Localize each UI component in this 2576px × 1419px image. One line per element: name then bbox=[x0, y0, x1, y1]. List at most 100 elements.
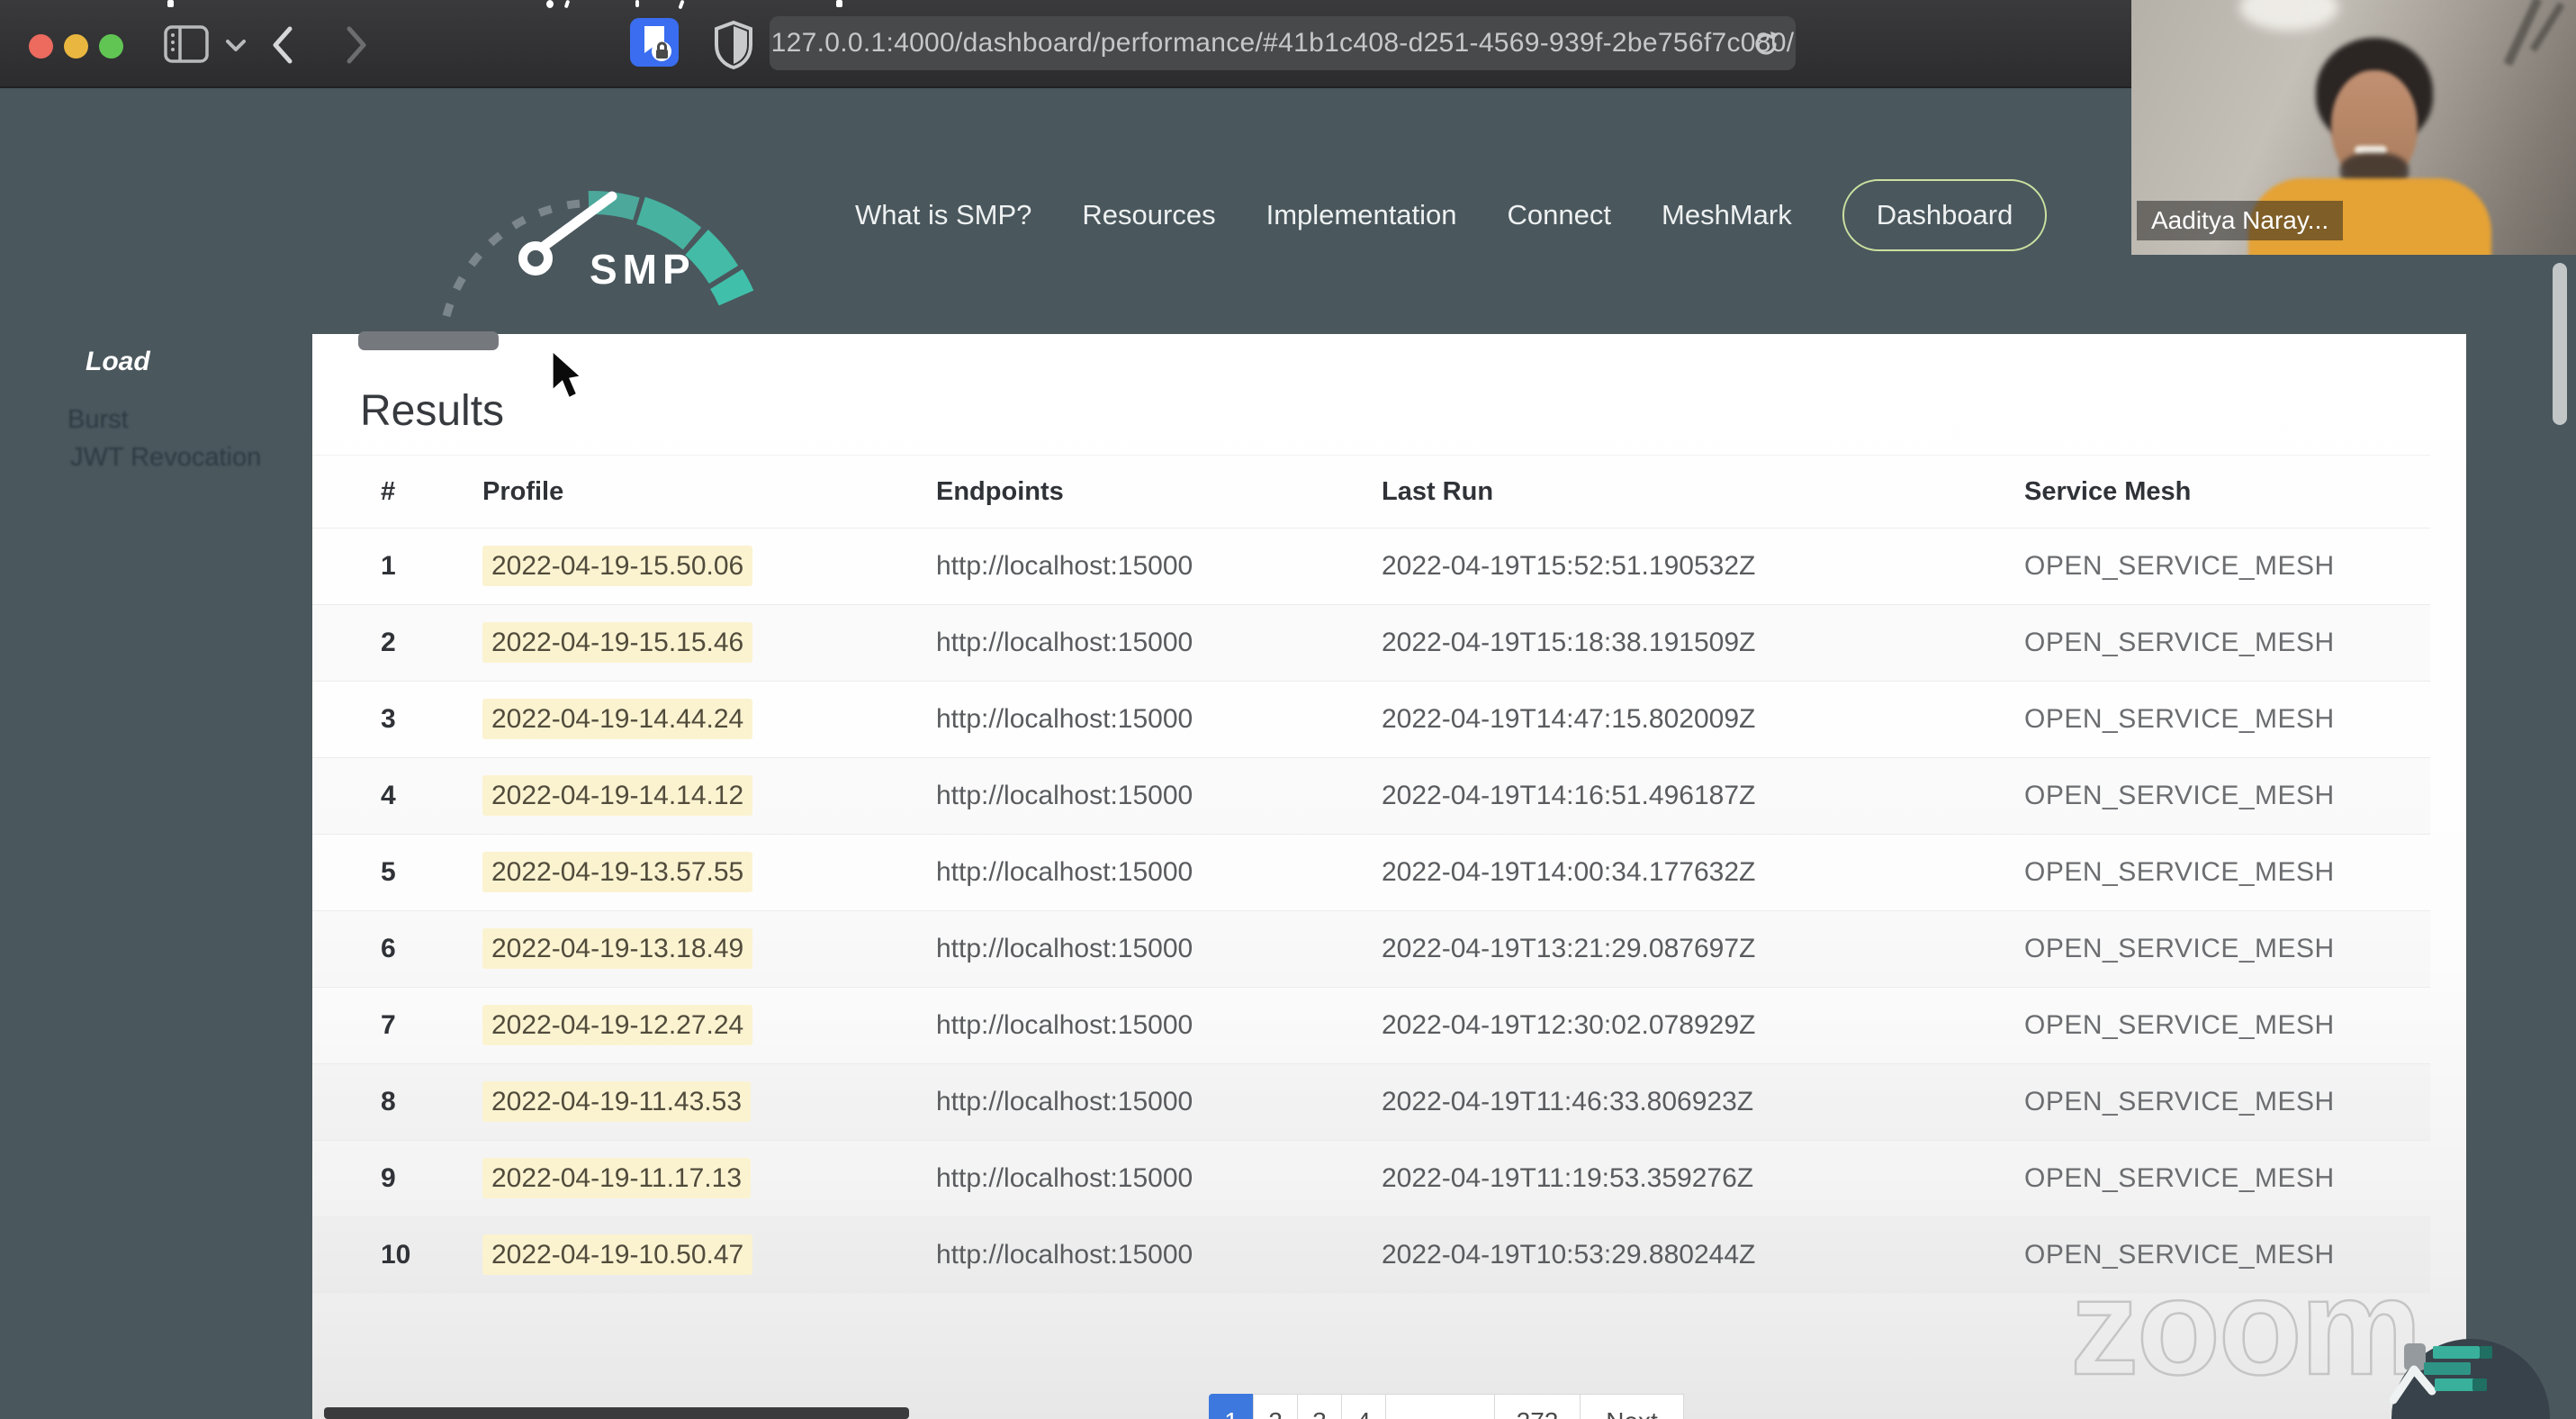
profile-link[interactable]: 2022-04-19-11.43.53 bbox=[482, 1081, 751, 1122]
endpoint-cell: http://localhost:15000 bbox=[936, 628, 1193, 657]
row-number: 3 bbox=[381, 704, 396, 734]
horizontal-scrollbar[interactable] bbox=[324, 1407, 909, 1419]
nav-resources[interactable]: Resources bbox=[1082, 199, 1215, 231]
minimize-button[interactable] bbox=[64, 34, 88, 59]
last-run-cell: 2022-04-19T14:00:34.177632Z bbox=[1382, 857, 1756, 887]
profile-link[interactable]: 2022-04-19-13.57.55 bbox=[482, 852, 753, 892]
last-run-cell: 2022-04-19T10:53:29.880244Z bbox=[1382, 1240, 1756, 1270]
url-text: 127.0.0.1:4000/dashboard/performance/#41… bbox=[770, 28, 1795, 58]
table-row: 1 2022-04-19-15.50.06 http://localhost:1… bbox=[312, 529, 2430, 605]
endpoint-cell: http://localhost:15000 bbox=[936, 1010, 1193, 1040]
table-row: 6 2022-04-19-13.18.49 http://localhost:1… bbox=[312, 911, 2430, 988]
sidebar-item-jwt-revocation[interactable]: JWT Revocation bbox=[70, 443, 261, 473]
service-mesh-cell: OPEN_SERVICE_MESH bbox=[2024, 1163, 2335, 1193]
endpoint-cell: http://localhost:15000 bbox=[936, 857, 1193, 887]
row-number: 9 bbox=[381, 1163, 396, 1193]
last-run-cell: 2022-04-19T15:52:51.190532Z bbox=[1382, 551, 1756, 581]
nav-meshmark[interactable]: MeshMark bbox=[1662, 199, 1792, 231]
next-page-button[interactable]: Next bbox=[1580, 1394, 1684, 1419]
row-number: 6 bbox=[381, 934, 396, 963]
service-mesh-cell: OPEN_SERVICE_MESH bbox=[2024, 1087, 2335, 1116]
last-run-cell: 2022-04-19T11:19:53.359276Z bbox=[1382, 1163, 1754, 1193]
page-button-2[interactable]: 2 bbox=[1253, 1394, 1298, 1419]
page-ellipsis: ... bbox=[1385, 1394, 1495, 1419]
smp-logo[interactable]: SMP bbox=[396, 126, 828, 320]
background-light bbox=[2239, 0, 2338, 31]
nav-dashboard[interactable]: Dashboard bbox=[1842, 179, 2048, 251]
fullscreen-button[interactable] bbox=[99, 34, 123, 59]
page-button-last[interactable]: 272 bbox=[1494, 1394, 1581, 1419]
reload-button[interactable] bbox=[1751, 29, 1781, 59]
col-last-run: Last Run bbox=[1382, 476, 1494, 506]
row-number: 4 bbox=[381, 781, 396, 810]
vertical-scrollbar-thumb[interactable] bbox=[2553, 263, 2567, 425]
row-number: 10 bbox=[381, 1240, 411, 1270]
service-mesh-cell: OPEN_SERVICE_MESH bbox=[2024, 781, 2335, 810]
page-button-4[interactable]: 4 bbox=[1341, 1394, 1386, 1419]
back-button[interactable] bbox=[270, 25, 295, 65]
bookmark-lock-extension-icon[interactable] bbox=[630, 18, 679, 67]
last-run-cell: 2022-04-19T15:18:38.191509Z bbox=[1382, 628, 1756, 657]
svg-text:zoom: zoom bbox=[2070, 1259, 2420, 1404]
page-button-1[interactable]: 1 bbox=[1209, 1394, 1254, 1419]
logo-text: SMP bbox=[590, 246, 696, 293]
close-button[interactable] bbox=[29, 34, 53, 59]
last-run-cell: 2022-04-19T13:21:29.087697Z bbox=[1382, 934, 1756, 963]
profile-link[interactable]: 2022-04-19-14.44.24 bbox=[482, 699, 753, 739]
profile-link[interactable]: 2022-04-19-10.50.47 bbox=[482, 1234, 753, 1275]
service-mesh-cell: OPEN_SERVICE_MESH bbox=[2024, 934, 2335, 963]
chevron-down-icon[interactable] bbox=[225, 38, 247, 52]
sidebar-toggle-icon[interactable] bbox=[164, 25, 209, 63]
row-number: 7 bbox=[381, 1010, 396, 1040]
profile-link[interactable]: 2022-04-19-13.18.49 bbox=[482, 928, 753, 969]
last-run-cell: 2022-04-19T11:46:33.806923Z bbox=[1382, 1087, 1754, 1116]
sidebar-item-burst[interactable]: Burst bbox=[68, 405, 129, 435]
service-mesh-cell: OPEN_SERVICE_MESH bbox=[2024, 704, 2335, 734]
nav-what-is-smp[interactable]: What is SMP? bbox=[855, 199, 1031, 231]
table-row: 9 2022-04-19-11.17.13 http://localhost:1… bbox=[312, 1141, 2430, 1217]
endpoint-cell: http://localhost:15000 bbox=[936, 1163, 1193, 1193]
row-number: 5 bbox=[381, 857, 396, 887]
nav-connect[interactable]: Connect bbox=[1508, 199, 1611, 231]
table-row: 4 2022-04-19-14.14.12 http://localhost:1… bbox=[312, 758, 2430, 835]
main-nav: What is SMP? Resources Implementation Co… bbox=[855, 176, 2048, 254]
endpoint-cell: http://localhost:15000 bbox=[936, 781, 1193, 810]
endpoint-cell: http://localhost:15000 bbox=[936, 1087, 1193, 1116]
endpoint-cell: http://localhost:15000 bbox=[936, 1240, 1193, 1270]
mouse-cursor bbox=[552, 349, 582, 399]
service-mesh-cell: OPEN_SERVICE_MESH bbox=[2024, 551, 2335, 581]
service-mesh-cell: OPEN_SERVICE_MESH bbox=[2024, 1010, 2335, 1040]
profile-link[interactable]: 2022-04-19-15.50.06 bbox=[482, 546, 753, 586]
col-profile: Profile bbox=[482, 476, 564, 506]
background-plant bbox=[2503, 0, 2543, 67]
pagination: 1 2 3 4 ... 272 Next bbox=[1209, 1394, 1684, 1419]
row-number: 2 bbox=[381, 628, 396, 657]
zoom-participant-tile[interactable]: Aaditya Naray... bbox=[2131, 0, 2576, 255]
participant-name-label: Aaditya Naray... bbox=[2137, 201, 2344, 240]
url-bar[interactable]: 127.0.0.1:4000/dashboard/performance/#41… bbox=[770, 16, 1796, 70]
table-row: 5 2022-04-19-13.57.55 http://localhost:1… bbox=[312, 835, 2430, 911]
last-run-cell: 2022-04-19T14:16:51.496187Z bbox=[1382, 781, 1756, 810]
profile-link[interactable]: 2022-04-19-14.14.12 bbox=[482, 775, 753, 816]
nav-implementation[interactable]: Implementation bbox=[1266, 199, 1457, 231]
page-button-3[interactable]: 3 bbox=[1297, 1394, 1342, 1419]
smp-fab-button[interactable] bbox=[2390, 1335, 2576, 1419]
results-table-body: 1 2022-04-19-15.50.06 http://localhost:1… bbox=[312, 529, 2430, 1294]
profile-link[interactable]: 2022-04-19-15.15.46 bbox=[482, 622, 753, 663]
table-row: 8 2022-04-19-11.43.53 http://localhost:1… bbox=[312, 1064, 2430, 1141]
forward-button[interactable] bbox=[344, 25, 369, 65]
table-header-row: # Profile Endpoints Last Run Service Mes… bbox=[312, 455, 2430, 529]
profile-link[interactable]: 2022-04-19-11.17.13 bbox=[482, 1158, 751, 1198]
col-service-mesh: Service Mesh bbox=[2024, 476, 2192, 506]
card-tab[interactable] bbox=[358, 331, 499, 350]
service-mesh-cell: OPEN_SERVICE_MESH bbox=[2024, 857, 2335, 887]
sidebar-item-load[interactable]: Load bbox=[86, 347, 150, 377]
last-run-cell: 2022-04-19T14:47:15.802009Z bbox=[1382, 704, 1756, 734]
shield-extension-icon[interactable] bbox=[713, 20, 754, 70]
page-title: Results bbox=[360, 387, 505, 435]
profile-link[interactable]: 2022-04-19-12.27.24 bbox=[482, 1005, 753, 1045]
col-number: # bbox=[381, 476, 396, 506]
service-mesh-cell: OPEN_SERVICE_MESH bbox=[2024, 628, 2335, 657]
endpoint-cell: http://localhost:15000 bbox=[936, 934, 1193, 963]
results-table: # Profile Endpoints Last Run Service Mes… bbox=[312, 455, 2430, 1294]
